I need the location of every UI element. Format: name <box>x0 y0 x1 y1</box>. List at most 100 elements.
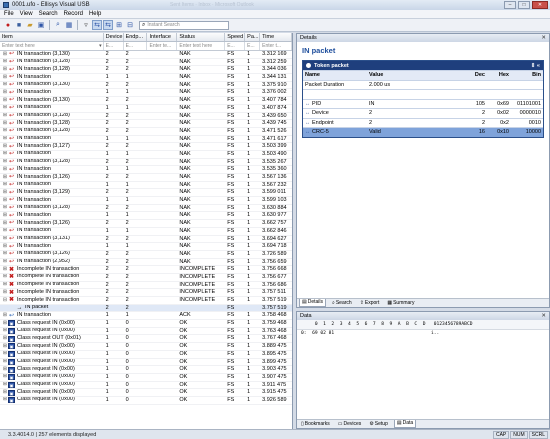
table-row[interactable]: ⊞ ✖ Incomplete IN transaction 2 2 INCOMPLETE F… <box>0 289 292 297</box>
table-row[interactable]: ⊞ ▣ Class request OUT (0x01) 1 0 OK FS 1 3.767 4… <box>0 335 292 344</box>
table-row[interactable]: ⊞ ↩ IN transaction 1 1 NAK FS 1 3.694 718 <box>0 243 292 251</box>
tab-summary[interactable]: ▦ Summary <box>385 299 416 307</box>
table-row[interactable]: ⊞ ↩ IN transaction (3,129) 2 2 NAK FS 1 3.599 01… <box>0 189 292 198</box>
tab-devices[interactable]: ▭ Devices <box>336 420 364 428</box>
table-row[interactable]: ⊞ ▣ Class request IN (0x00) 1 0 OK FS 1 3.763 46… <box>0 328 292 336</box>
packet-field-row[interactable]: PIDIN 105 0x69 01101001 <box>303 98 543 109</box>
find-icon[interactable]: ⌕ <box>53 20 63 30</box>
filter-speed[interactable]: E... <box>225 42 246 50</box>
filter-device[interactable]: E... <box>104 42 124 50</box>
table-row[interactable]: ⊞ ↩ IN transaction 1 1 NAK FS 1 3.471 617 <box>0 136 292 144</box>
table-row[interactable]: ⊞ ↩ IN transaction (3,128) 2 2 NAK FS 1 3.312 25… <box>0 59 292 67</box>
table-row[interactable]: ⊞ ✖ Incomplete IN transaction 2 2 INCOMPLETE F… <box>0 266 292 274</box>
table-row[interactable]: ⊞ ↩ IN transaction 1 1 NAK FS 1 3.535 360 <box>0 166 292 174</box>
tab-setup[interactable]: ⚙ Setup <box>367 420 390 428</box>
pane-close-icon[interactable]: ✕ <box>541 312 549 320</box>
table-row[interactable]: ⊟ ✖ Incomplete IN transaction 2 2 INCOMPLETE F… <box>0 297 292 305</box>
tab-details[interactable]: ▤ Details <box>299 299 327 307</box>
tab-search[interactable]: ⌕ Search <box>330 299 354 307</box>
table-row[interactable]: ⊞ ▣ Class request IN (0x00) 1 0 OK FS 1 3.899 47… <box>0 359 292 367</box>
table-row[interactable]: ⊞ ↩ IN transaction 1 1 NAK FS 1 3.662 846 <box>0 228 292 236</box>
table-row[interactable]: ⊞ ↩ IN transaction (3,126) 2 2 NAK FS 1 3.567 13… <box>0 174 292 182</box>
table-row[interactable]: ⊞ ↩ IN transaction 1 1 NAK FS 1 3.503 490 <box>0 151 292 159</box>
table-row[interactable]: ⊞ ↩ IN transaction 1 1 NAK FS 1 3.407 874 <box>0 105 292 113</box>
filter-time[interactable]: Enter t... <box>260 42 292 50</box>
table-row[interactable]: ⊞ ▣ Class request IN (0x00) 1 0 OK FS 1 3.915 47… <box>0 389 292 397</box>
filter-payload[interactable]: E... <box>245 42 261 50</box>
packet-field-row[interactable]: Endpoint220x20010 <box>303 117 543 128</box>
col-time[interactable]: Time <box>260 33 292 41</box>
table-row[interactable]: → IN packet 2 2 FS 3.757 519 <box>0 304 292 313</box>
hide-nak-icon[interactable]: ⇆ <box>92 20 102 30</box>
menu-view[interactable]: View <box>20 11 33 17</box>
table-row[interactable]: ⊞ ▣ Class request IN (0x00) 1 0 OK FS 1 3.903 47… <box>0 366 292 374</box>
filter-endpoint[interactable]: E... <box>124 42 148 50</box>
hex-row[interactable]: 0: 69 02 81 i.. <box>297 330 549 337</box>
filter-interface[interactable]: Enter te... <box>147 42 178 50</box>
table-row[interactable]: ⊞ ↩ IN transaction (3,130) 2 2 NAK FS 1 3.375 91… <box>0 82 292 90</box>
table-row[interactable]: ⊞ ↩ IN transaction (2,952) 2 2 NAK FS 1 3.756 65… <box>0 259 292 267</box>
search-box[interactable]: ⌕ Instant Search <box>139 20 229 30</box>
table-row[interactable]: ⊞ ↩ IN transaction (3,128) 2 2 NAK FS 1 3.471 52… <box>0 128 292 136</box>
table-row[interactable]: ⊞ ↩ IN transaction 1 1 NAK FS 1 3.599 103 <box>0 197 292 205</box>
pane-close-icon[interactable]: ✕ <box>541 34 549 42</box>
tab-export[interactable]: ⇪ Export <box>358 299 382 307</box>
table-row[interactable]: ⊞ ▣ Class request IN (0x00) 1 0 OK FS 1 3.911 47… <box>0 382 292 390</box>
table-row[interactable]: ⊞ ↩ IN transaction (3,128) 2 2 NAK FS 1 3.535 26… <box>0 159 292 167</box>
table-row[interactable]: ⊞ ↩ IN transaction 1 1 NAK FS 1 3.344 131 <box>0 74 292 82</box>
table-row[interactable]: ⊞ ↩ IN transaction (3,130) 2 2 NAK FS 1 3.312 16… <box>0 51 292 59</box>
stop-icon[interactable]: ■ <box>14 20 24 30</box>
col-payload[interactable]: Pa... <box>245 33 261 41</box>
table-row[interactable]: ⊞ ↩ IN transaction (3,128) 2 2 NAK FS 1 3.344 03… <box>0 66 292 75</box>
col-status[interactable]: Status <box>177 33 226 41</box>
table-row[interactable]: ⊞ ↩ IN transaction (3,128) 2 2 NAK FS 1 3.439 74… <box>0 120 292 128</box>
maximize-button[interactable]: □ <box>518 1 530 9</box>
tab-data[interactable]: ▤ Data <box>393 420 417 428</box>
packet-field-row[interactable]: CRC-5Valid 16 0x10 10000 <box>303 127 543 137</box>
record-icon[interactable]: ● <box>3 20 13 30</box>
table-row[interactable]: ⊞ ✖ Incomplete IN transaction 2 2 INCOMPLETE F… <box>0 274 292 282</box>
table-row[interactable]: ⊞ ↩ IN transaction 1 1 NAK FS 1 3.567 232 <box>0 182 292 190</box>
col-device[interactable]: Device <box>104 33 124 41</box>
table-row[interactable]: ⊞ ↩ IN transaction 1 1 NAK FS 1 3.376 002 <box>0 89 292 98</box>
menu-search[interactable]: Search <box>39 11 58 17</box>
filter-status[interactable]: Enter text here <box>177 42 226 50</box>
packet-field-row[interactable]: Packet Duration 2.000 us <box>303 79 543 90</box>
pin-icon[interactable]: ⊟ <box>125 20 135 30</box>
col-endpoint[interactable]: Endp... <box>124 33 148 41</box>
table-row[interactable]: ⊞ ↩ IN transaction (3,131) 2 2 NAK FS 1 3.694 62… <box>0 236 292 244</box>
minimize-button[interactable]: – <box>504 1 516 9</box>
open-icon[interactable]: ▰ <box>25 20 35 30</box>
hide-sof-icon[interactable]: ⇆ <box>103 20 113 30</box>
close-button[interactable]: ✕ <box>532 1 548 9</box>
search-input[interactable]: Instant Search <box>147 22 179 28</box>
table-row[interactable]: ⊞ ↩ IN transaction 1 1 ACK FS 1 3.758 468 <box>0 312 292 321</box>
menu-help[interactable]: Help <box>89 11 101 17</box>
table-row[interactable]: ⊞ ▣ Class request IN (0x00) 1 0 OK FS 1 3.895 47… <box>0 351 292 359</box>
table-row[interactable]: ⊞ ▣ Class request IN (0x00) 1 0 OK FS 1 3.907 47… <box>0 374 292 382</box>
collapse-icon[interactable]: ⇕ « <box>531 63 540 69</box>
table-row[interactable]: ⊞ ↩ IN transaction (3,126) 2 2 NAK FS 1 3.726 58… <box>0 251 292 259</box>
menu-file[interactable]: File <box>4 11 14 17</box>
table-row[interactable]: ⊞ ✖ Incomplete IN transaction 2 2 INCOMPLETE F… <box>0 282 292 290</box>
col-item[interactable]: Item <box>0 33 104 41</box>
table-row[interactable]: ⊞ ↩ IN transaction (3,126) 2 2 NAK FS 1 3.662 75… <box>0 220 292 228</box>
table-row[interactable]: ⊞ ↩ IN transaction (3,130) 2 2 NAK FS 1 3.407 78… <box>0 97 292 105</box>
packet-field-row[interactable] <box>303 89 543 99</box>
grid-icon[interactable]: ▦ <box>64 20 74 30</box>
col-speed[interactable]: Speed <box>225 33 246 41</box>
table-row[interactable]: ⊞ ▣ Class request IN (0x00) 1 0 OK FS 1 3.759 46… <box>0 320 292 328</box>
table-row[interactable]: ⊞ ↩ IN transaction 1 1 NAK FS 1 3.630 977 <box>0 212 292 221</box>
filter-item[interactable]: Enter text here ▾ <box>0 42 104 50</box>
table-row[interactable]: ⊞ ↩ IN transaction (3,128) 2 2 NAK FS 1 3.439 65… <box>0 113 292 121</box>
filter-icon[interactable]: ▿ <box>81 20 91 30</box>
tab-bookmarks[interactable]: ▯ Bookmarks <box>299 420 332 428</box>
zoom-icon[interactable]: ⊞ <box>114 20 124 30</box>
table-row[interactable]: ⊞ ▣ Class request IN (0x00) 1 0 OK FS 1 3.926 58… <box>0 397 292 405</box>
table-row[interactable]: ⊞ ↩ IN transaction (3,128) 2 2 NAK FS 1 3.630 88… <box>0 205 292 213</box>
packet-field-row[interactable]: Device220x020000010 <box>303 108 543 118</box>
table-row[interactable]: ⊞ ↩ IN transaction (3,127) 2 2 NAK FS 1 3.503 39… <box>0 143 292 151</box>
col-interface[interactable]: Interface <box>147 33 178 41</box>
save-icon[interactable]: ▣ <box>36 20 46 30</box>
table-row[interactable]: ⊞ ▣ Class request IN (0x00) 1 0 OK FS 1 3.889 47… <box>0 343 292 351</box>
